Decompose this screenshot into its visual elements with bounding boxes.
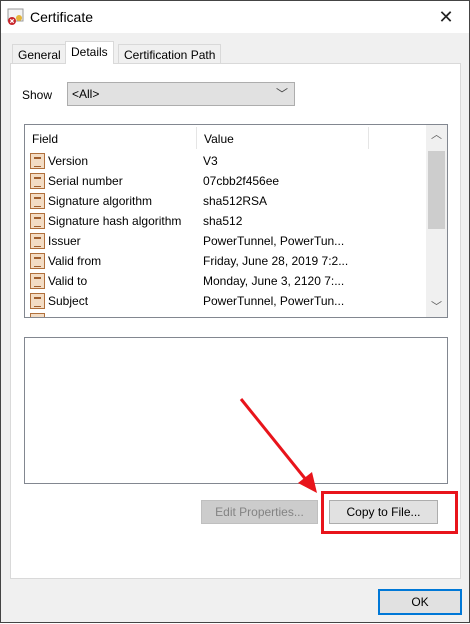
- tab-label: Details: [71, 45, 108, 59]
- button-label: Edit Properties...: [215, 505, 304, 519]
- ok-button[interactable]: OK: [378, 589, 462, 615]
- tab-details[interactable]: Details: [65, 41, 114, 64]
- edit-properties-button[interactable]: Edit Properties...: [201, 500, 318, 524]
- annotation-highlight-box: [321, 491, 458, 534]
- button-label: OK: [411, 595, 429, 609]
- certificate-dialog: Certificate ✕ General Details Certificat…: [0, 0, 470, 623]
